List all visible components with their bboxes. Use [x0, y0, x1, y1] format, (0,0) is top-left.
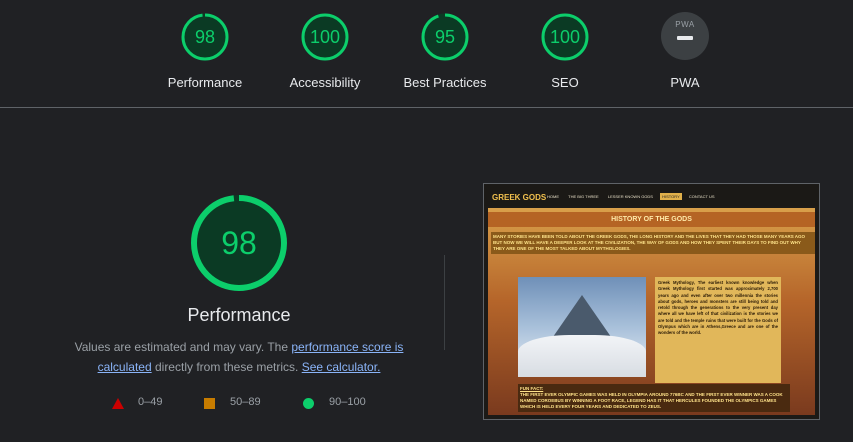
nav-item-lesser-gods: LESSER KNOWN GODS [607, 194, 653, 199]
legend-range: 50–89 [230, 396, 261, 408]
score-summary: 98 Performance 100 Accessibility 95 Best… [0, 0, 853, 108]
history-banner: HISTORY OF THE GODS [488, 212, 815, 227]
cloud-layer [518, 335, 646, 377]
mountain-image [518, 277, 646, 377]
pwa-icon: PWA [661, 12, 709, 60]
site-logo: GREEK GODS [492, 193, 547, 202]
gauge-seo[interactable]: 100 SEO [515, 12, 615, 90]
score-value: 95 [434, 27, 456, 47]
gauge-performance[interactable]: 98 Performance [155, 12, 255, 90]
score-ring: 100 [540, 12, 590, 62]
score-value: 98 [194, 27, 216, 47]
score-value: 100 [309, 27, 341, 47]
gauge-label: Performance [167, 75, 243, 90]
square-icon [204, 398, 215, 409]
performance-description: Values are estimated and may vary. The p… [62, 337, 416, 377]
gauge-label: SEO [551, 75, 579, 90]
performance-gauge: 98 [189, 193, 289, 293]
desc-text: Values are estimated and may vary. The [74, 340, 292, 354]
circle-icon [303, 398, 314, 409]
nav-item-home: HOME [547, 194, 559, 199]
fun-fact-text: THE FIRST EVER OLYMPIC GAMES WAS HELD IN… [520, 392, 783, 409]
mythology-text: Greek Mythology, The earliest known know… [655, 277, 781, 383]
section-divider [0, 107, 853, 108]
nav-item-big-three: THE BIG THREE [568, 194, 599, 199]
gauge-label: Best Practices [403, 75, 487, 90]
legend-range: 90–100 [329, 396, 366, 408]
final-screenshot[interactable]: GREEK GODS HOME THE BIG THREE LESSER KNO… [483, 183, 820, 420]
gauge-label: Accessibility [289, 75, 361, 90]
gauge-pwa[interactable]: PWA PWA [635, 12, 735, 90]
dash-icon [677, 36, 693, 40]
score-ring: 100 [300, 12, 350, 62]
triangle-icon [112, 398, 124, 409]
calculator-link[interactable]: See calculator. [302, 360, 381, 374]
gauge-label: PWA [670, 75, 700, 90]
site-header: GREEK GODS HOME THE BIG THREE LESSER KNO… [484, 184, 819, 206]
gauge-accessibility[interactable]: 100 Accessibility [275, 12, 375, 90]
site-nav: HOME THE BIG THREE LESSER KNOWN GODS HIS… [545, 193, 721, 200]
site-body: HISTORY OF THE GODS MANY STORIES HAVE BE… [488, 208, 815, 415]
performance-title: Performance [187, 305, 291, 325]
gauge-best-practices[interactable]: 95 Best Practices [395, 12, 495, 90]
desc-text: directly from these metrics. [151, 360, 302, 374]
nav-item-contact: CONTACT US [688, 194, 715, 199]
score-value: 100 [549, 27, 581, 47]
legend-range: 0–49 [138, 396, 163, 408]
performance-score: 98 [221, 225, 257, 261]
score-ring: 95 [420, 12, 470, 62]
pwa-badge-text: PWA [675, 20, 695, 29]
vertical-separator [444, 255, 445, 350]
nav-item-history: HISTORY [660, 193, 682, 200]
fun-fact: FUN FACT: THE FIRST EVER OLYMPIC GAMES W… [518, 384, 790, 412]
intro-text: MANY STORIES HAVE BEEN TOLD ABOUT THE GR… [491, 232, 815, 254]
score-ring: 98 [180, 12, 230, 62]
